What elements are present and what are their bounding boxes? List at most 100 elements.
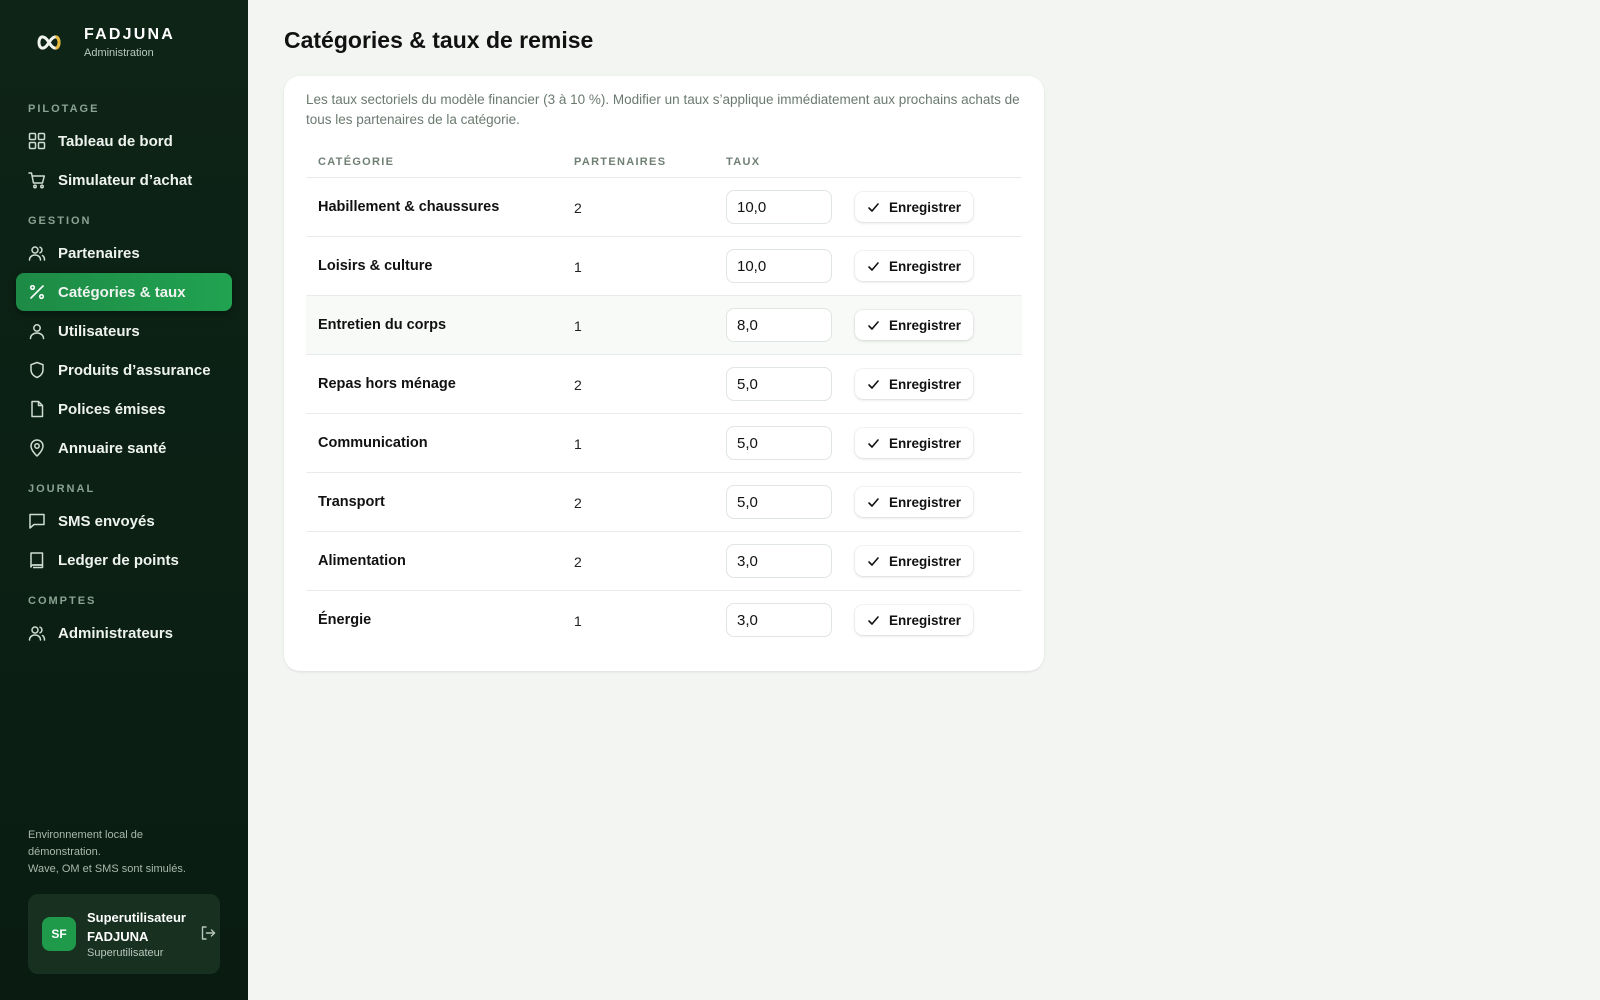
check-icon — [867, 378, 880, 391]
category-name: Alimentation — [318, 553, 406, 569]
category-name: Entretien du corps — [318, 317, 447, 333]
sidebar-item-label: Produits d’assurance — [58, 361, 211, 379]
user-name: Superutilisateur FADJUNA — [87, 910, 186, 944]
sidebar-item-categories-taux[interactable]: Catégories & taux — [16, 273, 232, 311]
sidebar-item-ledger-points[interactable]: Ledger de points — [16, 541, 232, 579]
sidebar-item-polices-emises[interactable]: Polices émises — [16, 390, 232, 428]
save-button[interactable]: Enregistrer — [855, 251, 974, 281]
avatar: SF — [42, 917, 76, 951]
column-header-category: CATÉGORIE — [318, 156, 395, 168]
user-icon — [28, 322, 46, 340]
rate-input[interactable] — [726, 249, 832, 283]
sidebar-item-sms-envoyes[interactable]: SMS envoyés — [16, 502, 232, 540]
logout-icon[interactable] — [200, 925, 216, 941]
category-name: Loisirs & culture — [318, 258, 433, 274]
check-icon — [867, 555, 880, 568]
rate-input[interactable] — [726, 367, 832, 401]
table-row: Habillement & chaussures 2 Enregistrer — [306, 177, 1022, 236]
book-icon — [28, 551, 46, 569]
check-icon — [867, 319, 880, 332]
sidebar-item-partenaires[interactable]: Partenaires — [16, 234, 232, 272]
sidebar: FADJUNA Administration PILOTAGE Tableau … — [0, 0, 248, 1000]
table-body: Habillement & chaussures 2 Enregistrer L… — [306, 177, 1022, 649]
infinity-icon — [34, 28, 64, 58]
brand-subtitle: Administration — [84, 47, 154, 59]
table-row: Entretien du corps 1 Enregistrer — [306, 295, 1022, 354]
save-button[interactable]: Enregistrer — [855, 487, 974, 517]
sidebar-item-label: Ledger de points — [58, 551, 179, 569]
rate-input[interactable] — [726, 190, 832, 224]
rate-input[interactable] — [726, 603, 832, 637]
save-button[interactable]: Enregistrer — [855, 369, 974, 399]
partner-count: 2 — [574, 495, 582, 511]
grid-icon — [28, 132, 46, 150]
check-icon — [867, 437, 880, 450]
brand[interactable]: FADJUNA Administration — [34, 26, 175, 59]
save-button[interactable]: Enregistrer — [855, 310, 974, 340]
sidebar-item-label: Tableau de bord — [58, 132, 173, 150]
sidebar-item-label: Simulateur d’achat — [58, 171, 193, 189]
table-row: Transport 2 Enregistrer — [306, 472, 1022, 531]
users-icon — [28, 624, 46, 642]
partner-count: 2 — [574, 200, 582, 216]
sidebar-item-utilisateurs[interactable]: Utilisateurs — [16, 312, 232, 350]
sidebar-item-administrateurs[interactable]: Administrateurs — [16, 614, 232, 652]
sidebar-item-simulateur-achat[interactable]: Simulateur d’achat — [16, 161, 232, 199]
sidebar-item-label: Annuaire santé — [58, 439, 167, 457]
check-icon — [867, 496, 880, 509]
brand-name: FADJUNA — [84, 26, 175, 43]
percent-icon — [28, 283, 46, 301]
column-header-rate: TAUX — [726, 156, 761, 168]
save-button-label: Enregistrer — [889, 553, 962, 569]
sidebar-item-label: Partenaires — [58, 244, 140, 262]
category-name: Communication — [318, 435, 428, 451]
nav-section-journal: JOURNAL — [28, 483, 96, 495]
sidebar-item-tableau-de-bord[interactable]: Tableau de bord — [16, 122, 232, 160]
rate-input[interactable] — [726, 485, 832, 519]
cart-icon — [28, 171, 46, 189]
sidebar-item-label: Utilisateurs — [58, 322, 140, 340]
map-pin-icon — [28, 439, 46, 457]
nav-section-comptes: COMPTES — [28, 595, 97, 607]
sidebar-item-label: Administrateurs — [58, 624, 174, 642]
partner-count: 1 — [574, 436, 582, 452]
rate-input[interactable] — [726, 308, 832, 342]
sidebar-item-label: SMS envoyés — [58, 512, 155, 530]
nav-section-gestion: GESTION — [28, 215, 92, 227]
sidebar-item-annuaire-sante[interactable]: Annuaire santé — [16, 429, 232, 467]
rates-card: Les taux sectoriels du modèle financier … — [284, 76, 1044, 671]
save-button-label: Enregistrer — [889, 494, 962, 510]
file-icon — [28, 400, 46, 418]
table-row: Énergie 1 Enregistrer — [306, 590, 1022, 649]
page-title: Catégories & taux de remise — [284, 27, 594, 53]
table-row: Alimentation 2 Enregistrer — [306, 531, 1022, 590]
shield-icon — [28, 361, 46, 379]
sidebar-item-label: Catégories & taux — [58, 283, 186, 301]
environment-note-line2: Wave, OM et SMS sont simulés. — [28, 863, 186, 875]
card-description: Les taux sectoriels du modèle financier … — [306, 92, 1020, 127]
rate-input[interactable] — [726, 544, 832, 578]
sidebar-item-produits-assurance[interactable]: Produits d’assurance — [16, 351, 232, 389]
save-button-label: Enregistrer — [889, 317, 962, 333]
save-button[interactable]: Enregistrer — [855, 605, 974, 635]
save-button-label: Enregistrer — [889, 376, 962, 392]
check-icon — [867, 201, 880, 214]
save-button[interactable]: Enregistrer — [855, 546, 974, 576]
sidebar-item-label: Polices émises — [58, 400, 166, 418]
save-button-label: Enregistrer — [889, 258, 962, 274]
column-header-partners: PARTENAIRES — [574, 156, 667, 168]
users-icon — [28, 244, 46, 262]
save-button[interactable]: Enregistrer — [855, 428, 974, 458]
save-button-label: Enregistrer — [889, 199, 962, 215]
partner-count: 1 — [574, 613, 582, 629]
save-button[interactable]: Enregistrer — [855, 192, 974, 222]
table-row: Repas hors ménage 2 Enregistrer — [306, 354, 1022, 413]
category-name: Transport — [318, 494, 385, 510]
check-icon — [867, 260, 880, 273]
category-name: Repas hors ménage — [318, 376, 456, 392]
save-button-label: Enregistrer — [889, 435, 962, 451]
environment-note: Environnement local de démonstration. Wa… — [28, 827, 208, 878]
table-row: Loisirs & culture 1 Enregistrer — [306, 236, 1022, 295]
rate-input[interactable] — [726, 426, 832, 460]
partner-count: 2 — [574, 377, 582, 393]
